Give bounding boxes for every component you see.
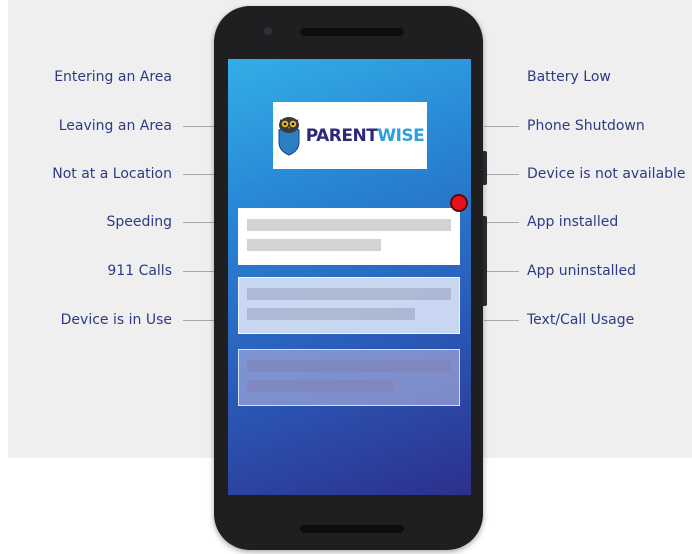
alert-label-phone-shutdown: Phone Shutdown — [527, 118, 645, 134]
alert-label-app-installed: App installed — [527, 214, 619, 230]
placeholder-line — [247, 308, 415, 320]
placeholder-line — [247, 360, 451, 372]
notification-dot-icon — [450, 194, 468, 212]
connector-line — [484, 271, 519, 272]
connector-line — [484, 174, 519, 175]
alert-label-leaving-area: Leaving an Area — [58, 118, 172, 134]
phone-device: PARENTWISE — [214, 6, 487, 550]
logo-wordmark-wise: WISE — [377, 125, 425, 146]
alert-label-device-not-available: Device is not available — [527, 166, 686, 182]
placeholder-line — [247, 239, 381, 251]
bottom-speaker — [300, 525, 404, 533]
front-camera-icon — [264, 27, 272, 35]
phone-screen: PARENTWISE — [228, 59, 471, 495]
placeholder-line — [247, 219, 451, 231]
owl-shield-icon — [278, 116, 300, 156]
alert-label-text-call-usage: Text/Call Usage — [527, 312, 635, 328]
earpiece-speaker — [300, 28, 404, 36]
alert-label-speeding: Speeding — [106, 214, 172, 230]
alert-label-battery-low: Battery Low — [527, 69, 611, 85]
alert-label-device-in-use: Device is in Use — [60, 312, 172, 328]
alert-label-not-at-location: Not at a Location — [52, 166, 172, 182]
logo-wordmark-parent: PARENT — [305, 125, 378, 146]
notification-card — [238, 349, 460, 406]
connector-line — [183, 126, 214, 127]
notification-card — [238, 208, 460, 265]
volume-button — [483, 216, 487, 306]
notification-card — [238, 277, 460, 334]
placeholder-line — [247, 380, 393, 392]
placeholder-line — [247, 288, 451, 300]
alert-label-entering-area: Entering an Area — [54, 69, 172, 85]
connector-line — [484, 126, 519, 127]
connector-line — [183, 222, 214, 223]
power-button — [483, 151, 487, 185]
connector-line — [484, 222, 519, 223]
alert-label-app-uninstalled: App uninstalled — [527, 263, 636, 279]
parentwise-logo: PARENTWISE — [273, 102, 427, 169]
connector-line — [183, 271, 214, 272]
logo-wordmark: PARENTWISE — [306, 126, 425, 146]
connector-line — [183, 174, 214, 175]
connector-line — [484, 320, 519, 321]
connector-line — [183, 320, 214, 321]
alert-label-911-calls: 911 Calls — [107, 263, 172, 279]
